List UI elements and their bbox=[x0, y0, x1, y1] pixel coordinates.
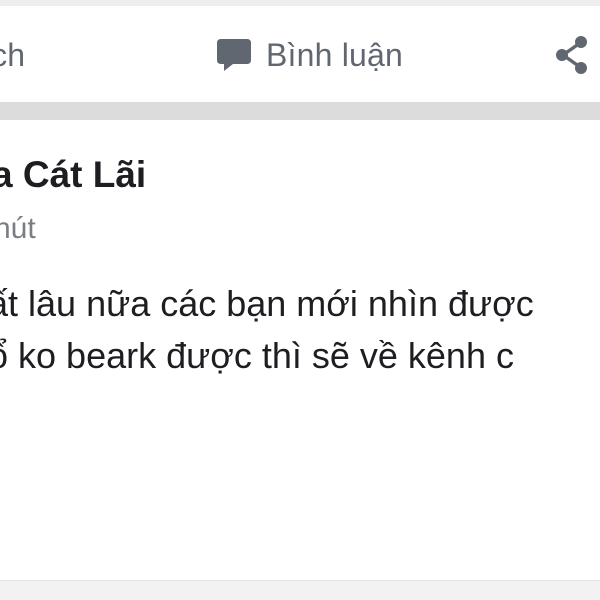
section-divider bbox=[0, 102, 600, 120]
bottom-edge bbox=[0, 580, 600, 600]
post-body-line: ất lâu nữa các bạn mới nhìn được bbox=[0, 283, 534, 324]
comment-bubble-icon bbox=[214, 35, 254, 75]
post-timestamp[interactable]: hút bbox=[0, 212, 36, 246]
comment-button[interactable]: Bình luận bbox=[214, 33, 403, 77]
post-author-name[interactable]: a Cát Lãi bbox=[0, 154, 146, 196]
post-body: ất lâu nữa các bạn mới nhìn được ổ ko be… bbox=[0, 278, 534, 382]
like-button[interactable]: hích bbox=[0, 33, 25, 77]
comment-button-label: Bình luận bbox=[266, 36, 404, 73]
post-screen: hích Bình luận a Cát L bbox=[0, 0, 600, 600]
post-action-bar: hích Bình luận bbox=[0, 6, 600, 102]
share-button[interactable] bbox=[553, 33, 593, 77]
post-body-line: ổ ko beark được thì sẽ về kênh c bbox=[0, 335, 514, 376]
post-card: a Cát Lãi hút ất lâu nữa các bạn mới nhì… bbox=[0, 120, 600, 580]
share-icon bbox=[553, 33, 593, 77]
like-button-label: hích bbox=[0, 36, 26, 73]
